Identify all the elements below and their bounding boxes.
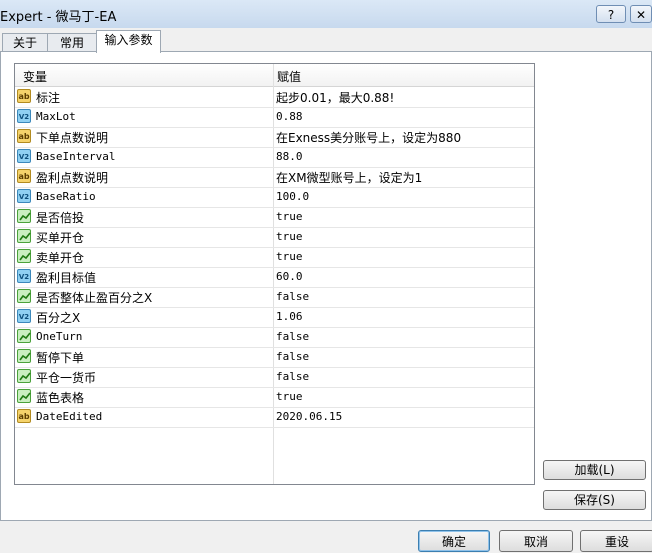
table-row[interactable]: V2 MaxLot 0.88 xyxy=(15,107,534,128)
parameter-name: 卖单开仓 xyxy=(36,251,85,265)
number-type-icon: V2 xyxy=(17,269,31,283)
parameter-value[interactable]: false xyxy=(276,330,309,343)
number-type-icon: V2 xyxy=(17,309,31,323)
parameter-name: 蓝色表格 xyxy=(36,391,85,405)
boolean-type-icon xyxy=(17,329,31,343)
parameters-grid: 变量 赋值 ab 标注 起步0.01，最大0.88! V2 MaxLot 0.88 ab 下单… xyxy=(14,63,535,485)
tab-about[interactable]: 关于 xyxy=(2,33,48,52)
parameter-name: OneTurn xyxy=(36,330,83,343)
parameter-name: 暂停下单 xyxy=(36,351,85,365)
string-type-icon: ab xyxy=(17,89,31,103)
parameter-value[interactable]: 60.0 xyxy=(276,270,303,283)
table-row[interactable]: 买单开仓 true xyxy=(15,227,534,248)
parameter-value[interactable]: 1.06 xyxy=(276,310,303,323)
table-row[interactable]: 暂停下单 false xyxy=(15,347,534,368)
table-row[interactable]: 是否整体止盈百分之X false xyxy=(15,287,534,308)
table-row[interactable]: 平仓一货币 false xyxy=(15,367,534,388)
parameter-name: BaseInterval xyxy=(36,150,116,163)
table-row[interactable]: OneTurn false xyxy=(15,327,534,348)
table-row[interactable]: V2 BaseInterval 88.0 xyxy=(15,147,534,168)
parameter-value[interactable]: 0.88 xyxy=(276,110,303,123)
header-variable[interactable]: 变量 xyxy=(23,68,47,85)
table-row[interactable]: 蓝色表格 true xyxy=(15,387,534,408)
parameter-name: 盈利点数说明 xyxy=(36,171,109,185)
boolean-type-icon xyxy=(17,289,31,303)
parameter-name: DateEdited xyxy=(36,410,103,423)
table-row[interactable]: V2 BaseRatio 100.0 xyxy=(15,187,534,208)
boolean-type-icon xyxy=(17,369,31,383)
boolean-type-icon xyxy=(17,349,31,363)
reset-button[interactable]: 重设 xyxy=(580,530,652,552)
parameter-value[interactable]: 在Exness美分账号上，设定为880 xyxy=(276,129,461,146)
dialog-footer: 确定 取消 重设 xyxy=(0,519,652,552)
table-row[interactable]: 卖单开仓 true xyxy=(15,247,534,268)
boolean-type-icon xyxy=(17,229,31,243)
boolean-type-icon xyxy=(17,209,31,223)
parameter-name: 下单点数说明 xyxy=(36,131,109,145)
parameter-name: 标注 xyxy=(36,91,61,105)
parameter-name: 平仓一货币 xyxy=(36,371,97,385)
tab-common[interactable]: 常用 xyxy=(47,33,97,52)
parameter-value[interactable]: 100.0 xyxy=(276,190,309,203)
table-row[interactable]: V2 盈利目标值 60.0 xyxy=(15,267,534,288)
grid-header: 变量 赋值 xyxy=(15,64,534,87)
string-type-icon: ab xyxy=(17,169,31,183)
table-row[interactable]: 是否倍投 true xyxy=(15,207,534,228)
table-row[interactable]: ab 下单点数说明 在Exness美分账号上，设定为880 xyxy=(15,127,534,148)
close-button[interactable]: ✕ xyxy=(630,5,652,23)
parameter-value[interactable]: false xyxy=(276,370,309,383)
table-row[interactable]: ab DateEdited 2020.06.15 xyxy=(15,407,534,428)
parameter-value[interactable]: 88.0 xyxy=(276,150,303,163)
table-row[interactable]: ab 盈利点数说明 在XM微型账号上，设定为1 xyxy=(15,167,534,188)
header-value[interactable]: 赋值 xyxy=(277,68,301,85)
boolean-type-icon xyxy=(17,249,31,263)
parameter-value[interactable]: 2020.06.15 xyxy=(276,410,342,423)
number-type-icon: V2 xyxy=(17,149,31,163)
parameter-name: 买单开仓 xyxy=(36,231,85,245)
number-type-icon: V2 xyxy=(17,189,31,203)
boolean-type-icon xyxy=(17,389,31,403)
title-bar: Expert - 微马丁-EA ? ✕ xyxy=(0,0,652,28)
parameter-name: 是否整体止盈百分之X xyxy=(36,291,153,305)
string-type-icon: ab xyxy=(17,129,31,143)
save-button[interactable]: 保存(S) xyxy=(543,490,646,510)
table-row[interactable]: V2 百分之X 1.06 xyxy=(15,307,534,328)
tab-inputs[interactable]: 输入参数 xyxy=(96,30,161,53)
parameter-value[interactable]: true xyxy=(276,230,303,243)
inputs-panel: 变量 赋值 ab 标注 起步0.01，最大0.88! V2 MaxLot 0.88 ab 下单… xyxy=(0,51,652,521)
cancel-button[interactable]: 取消 xyxy=(499,530,573,552)
window-title: Expert - 微马丁-EA xyxy=(0,10,117,25)
parameter-value[interactable]: true xyxy=(276,210,303,223)
parameter-value[interactable]: 起步0.01，最大0.88! xyxy=(276,89,394,106)
tab-strip: 关于 常用 输入参数 xyxy=(0,28,652,53)
parameter-name: 盈利目标值 xyxy=(36,271,97,285)
string-type-icon: ab xyxy=(17,409,31,423)
ok-button[interactable]: 确定 xyxy=(418,530,490,552)
parameter-value[interactable]: 在XM微型账号上，设定为1 xyxy=(276,169,422,186)
load-button[interactable]: 加载(L) xyxy=(543,460,646,480)
parameter-name: MaxLot xyxy=(36,110,76,123)
parameter-value[interactable]: false xyxy=(276,290,309,303)
parameter-name: 是否倍投 xyxy=(36,211,85,225)
table-row[interactable]: ab 标注 起步0.01，最大0.88! xyxy=(15,87,534,108)
parameter-name: BaseRatio xyxy=(36,190,96,203)
parameter-name: 百分之X xyxy=(36,311,81,325)
parameter-value[interactable]: true xyxy=(276,390,303,403)
help-button[interactable]: ? xyxy=(596,5,626,23)
parameter-value[interactable]: true xyxy=(276,250,303,263)
number-type-icon: V2 xyxy=(17,109,31,123)
parameter-value[interactable]: false xyxy=(276,350,309,363)
